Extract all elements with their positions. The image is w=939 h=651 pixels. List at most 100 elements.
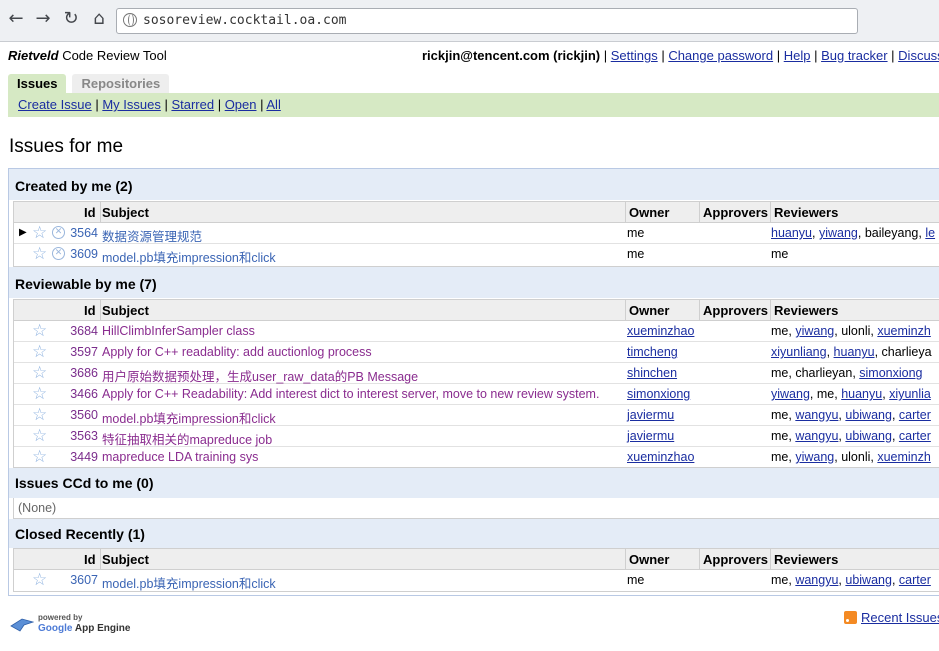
reviewer-name[interactable]: ubiwang [845, 408, 892, 422]
starred-link[interactable]: Starred [171, 97, 214, 112]
star-icon[interactable]: ☆ [32, 321, 47, 341]
reviewer-name[interactable]: xueminzh [877, 450, 931, 464]
col-id[interactable]: Id [84, 303, 96, 318]
reviewer-name[interactable]: ubiwang [845, 573, 892, 587]
reviewer-name[interactable]: carter [899, 429, 931, 443]
issue-owner[interactable]: xueminzhao [627, 324, 694, 338]
issue-id[interactable]: 3607 [70, 573, 98, 587]
tab-repositories[interactable]: Repositories [72, 74, 170, 93]
col-subject[interactable]: Subject [102, 303, 149, 318]
col-reviewers[interactable]: Reviewers [774, 303, 838, 318]
col-id[interactable]: Id [84, 552, 96, 567]
star-icon[interactable]: ☆ [32, 447, 47, 467]
issue-subject[interactable]: 数据资源管理规范 [102, 226, 202, 245]
reviewer-name[interactable]: wangyu [795, 573, 838, 587]
col-id[interactable]: Id [84, 205, 96, 220]
back-icon[interactable]: ← [6, 9, 26, 29]
col-subject[interactable]: Subject [102, 552, 149, 567]
reviewer-name[interactable]: yiwang [819, 226, 858, 240]
issue-owner[interactable]: timcheng [627, 345, 678, 359]
open-link[interactable]: Open [225, 97, 257, 112]
col-owner[interactable]: Owner [629, 205, 669, 220]
reviewer-name[interactable]: xiyunliang [771, 345, 827, 359]
col-reviewers[interactable]: Reviewers [774, 205, 838, 220]
col-reviewers[interactable]: Reviewers [774, 552, 838, 567]
home-icon[interactable]: ⌂ [89, 9, 109, 29]
issue-id[interactable]: 3686 [70, 366, 98, 380]
forward-icon[interactable]: → [33, 9, 53, 29]
issue-subject[interactable]: model.pb填充impression和click [102, 408, 276, 427]
reviewer-name[interactable]: xiyunlia [889, 387, 931, 401]
my-issues-link[interactable]: My Issues [102, 97, 161, 112]
discuss-link[interactable]: Discuss [898, 48, 939, 63]
issue-id[interactable]: 3466 [70, 387, 98, 401]
issue-id[interactable]: 3449 [70, 450, 98, 464]
address-bar[interactable]: sosoreview.cocktail.oa.com [116, 8, 858, 34]
settings-link[interactable]: Settings [611, 48, 658, 63]
issue-id[interactable]: 3684 [70, 324, 98, 338]
issue-subject[interactable]: 用户原始数据预处理，生成user_raw_data的PB Message [102, 366, 418, 385]
reviewer-name[interactable]: xueminzh [877, 324, 931, 338]
reload-icon[interactable]: ↻ [61, 9, 81, 29]
issue-id[interactable]: 3563 [70, 429, 98, 443]
reviewer-name[interactable]: carter [899, 573, 931, 587]
star-icon[interactable]: ☆ [32, 342, 47, 362]
issue-subject[interactable]: Apply for C++ readablity: add auctionlog… [102, 345, 372, 359]
close-issue-icon[interactable]: ✕ [52, 226, 65, 239]
reviewer-name[interactable]: yiwang [771, 387, 810, 401]
star-icon[interactable]: ☆ [32, 570, 47, 590]
reviewer-name[interactable]: huanyu [771, 226, 812, 240]
issue-owner[interactable]: simonxiong [627, 387, 690, 401]
url-text[interactable]: sosoreview.cocktail.oa.com [143, 13, 347, 28]
reviewer-name[interactable]: huanyu [834, 345, 875, 359]
col-subject[interactable]: Subject [102, 205, 149, 220]
issue-owner[interactable]: shinchen [627, 366, 677, 380]
bug-tracker-link[interactable]: Bug tracker [821, 48, 887, 63]
star-icon[interactable]: ☆ [32, 405, 47, 425]
col-owner[interactable]: Owner [629, 552, 669, 567]
issue-subject[interactable]: Apply for C++ Readability: Add interest … [102, 387, 599, 401]
star-icon[interactable]: ☆ [32, 384, 47, 404]
reviewer-name[interactable]: le [925, 226, 935, 240]
issue-subject[interactable]: model.pb填充impression和click [102, 247, 276, 266]
issue-owner[interactable]: xueminzhao [627, 450, 694, 464]
col-approvers[interactable]: Approvers [703, 552, 768, 567]
issue-owner[interactable]: javiermu [627, 408, 674, 422]
close-issue-icon[interactable]: ✕ [52, 247, 65, 260]
star-icon[interactable]: ☆ [32, 244, 47, 264]
app-engine-logo[interactable]: powered by Google App Engine [10, 612, 135, 638]
reviewer-name[interactable]: yiwang [795, 450, 834, 464]
col-approvers[interactable]: Approvers [703, 303, 768, 318]
col-owner[interactable]: Owner [629, 303, 669, 318]
issue-subject[interactable]: model.pb填充impression和click [102, 573, 276, 592]
recent-issues-link[interactable]: Recent Issues [861, 610, 939, 625]
change-password-link[interactable]: Change password [668, 48, 773, 63]
reviewer-name[interactable]: huanyu [841, 387, 882, 401]
app-title-rest: Code Review Tool [58, 48, 167, 63]
reviewer-name[interactable]: yiwang [795, 324, 834, 338]
reviewer-name[interactable]: wangyu [795, 429, 838, 443]
issue-id[interactable]: 3597 [70, 345, 98, 359]
issue-reviewers: huanyu, yiwang, baileyang, le [771, 226, 936, 240]
create-issue-link[interactable]: Create Issue [18, 97, 92, 112]
star-icon[interactable]: ☆ [32, 426, 47, 446]
rss-icon[interactable] [844, 611, 857, 624]
star-icon[interactable]: ☆ [32, 363, 47, 383]
issue-id[interactable]: 3560 [70, 408, 98, 422]
reviewer-name[interactable]: simonxiong [859, 366, 922, 380]
issue-subject[interactable]: HillClimbInferSampler class [102, 324, 255, 338]
reviewer-name[interactable]: ubiwang [845, 429, 892, 443]
issue-owner[interactable]: javiermu [627, 429, 674, 443]
reviewer-name[interactable]: carter [899, 408, 931, 422]
help-link[interactable]: Help [784, 48, 811, 63]
issue-id[interactable]: 3609 [70, 247, 98, 261]
tab-issues[interactable]: Issues [8, 74, 67, 93]
issue-id[interactable]: 3564 [70, 226, 98, 240]
star-icon[interactable]: ☆ [32, 223, 47, 243]
reviewer-name[interactable]: wangyu [795, 408, 838, 422]
all-link[interactable]: All [266, 97, 280, 112]
col-approvers[interactable]: Approvers [703, 205, 768, 220]
expand-triangle-icon[interactable]: ▶ [19, 226, 27, 240]
issue-subject[interactable]: 特征抽取相关的mapreduce job [102, 429, 272, 448]
issue-subject[interactable]: mapreduce LDA training sys [102, 450, 258, 464]
